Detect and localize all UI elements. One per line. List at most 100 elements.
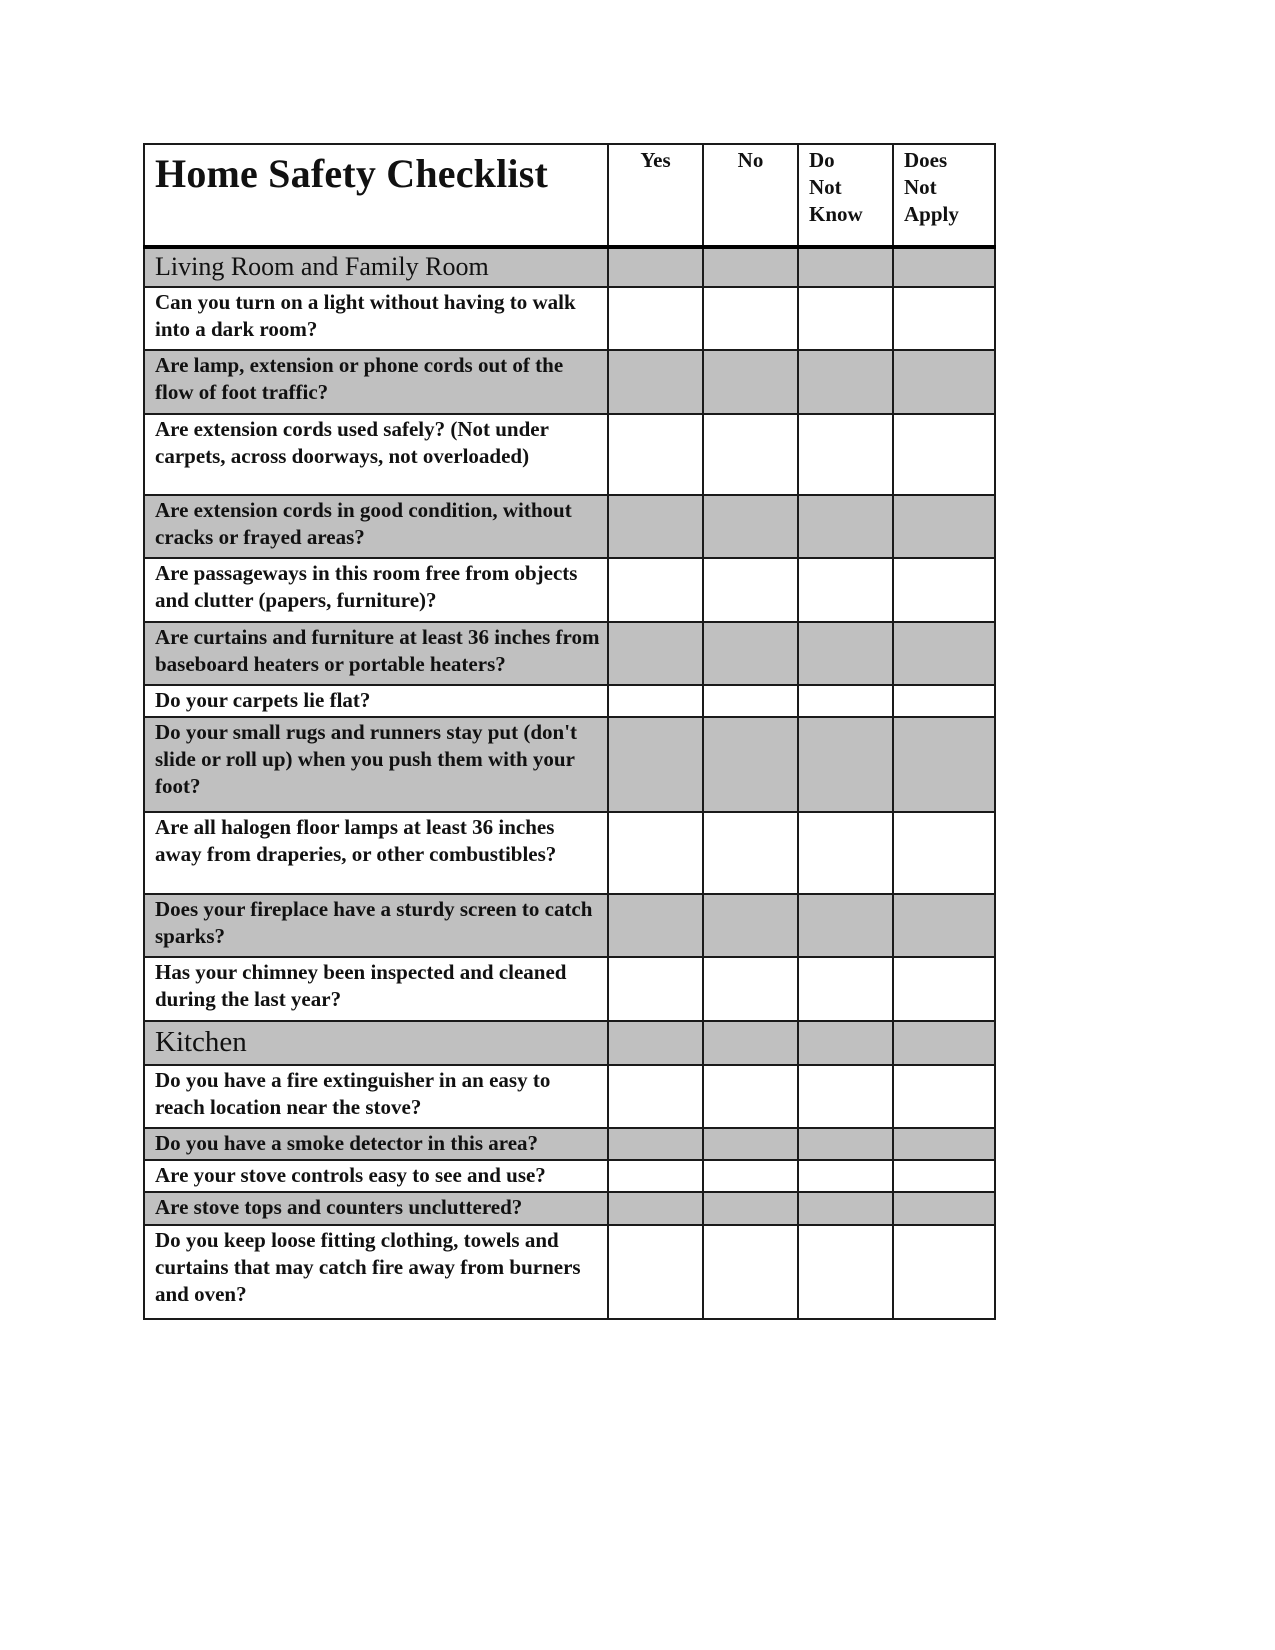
answer-cell-yes[interactable] [607, 893, 704, 958]
answer-cell-yes[interactable] [607, 1159, 704, 1193]
answer-cell-does-not-apply[interactable] [892, 1064, 996, 1129]
answer-cell-yes[interactable] [607, 349, 704, 415]
section-cell-does-not-apply [892, 246, 996, 288]
answer-cell-does-not-apply[interactable] [892, 494, 996, 559]
question-cell: Are all halogen floor lamps at least 36 … [143, 811, 609, 895]
checklist-page: Home Safety Checklist Yes No Do Not Know… [0, 0, 1275, 1650]
question-cell: Are passageways in this room free from o… [143, 557, 609, 623]
answer-cell-do-not-know[interactable] [797, 557, 894, 623]
answer-cell-do-not-know[interactable] [797, 811, 894, 895]
answer-cell-no[interactable] [702, 1127, 799, 1161]
checklist-row: Are your stove controls easy to see and … [143, 1159, 996, 1193]
answer-cell-no[interactable] [702, 1064, 799, 1129]
answer-cell-does-not-apply[interactable] [892, 1127, 996, 1161]
answer-cell-does-not-apply[interactable] [892, 716, 996, 813]
answer-cell-do-not-know[interactable] [797, 1064, 894, 1129]
answer-cell-does-not-apply[interactable] [892, 684, 996, 718]
answer-cell-no[interactable] [702, 893, 799, 958]
answer-cell-do-not-know[interactable] [797, 716, 894, 813]
question-text: Do your carpets lie flat? [155, 688, 371, 712]
answer-cell-does-not-apply[interactable] [892, 1159, 996, 1193]
answer-cell-no[interactable] [702, 349, 799, 415]
answer-cell-do-not-know[interactable] [797, 349, 894, 415]
answer-cell-yes[interactable] [607, 1224, 704, 1320]
question-text: Are stove tops and counters uncluttered? [155, 1195, 523, 1219]
answer-cell-do-not-know[interactable] [797, 684, 894, 718]
answer-cell-yes[interactable] [607, 1127, 704, 1161]
column-header-line: Not [904, 175, 937, 199]
question-cell: Do you keep loose fitting clothing, towe… [143, 1224, 609, 1320]
column-header-does-not-apply: Does Not Apply [892, 143, 996, 249]
answer-cell-does-not-apply[interactable] [892, 349, 996, 415]
question-cell: Are extension cords in good condition, w… [143, 494, 609, 559]
answer-cell-no[interactable] [702, 956, 799, 1022]
answer-cell-yes[interactable] [607, 1064, 704, 1129]
answer-cell-does-not-apply[interactable] [892, 1224, 996, 1320]
section-cell-do-not-know [797, 1020, 894, 1066]
section-cell-yes [607, 246, 704, 288]
answer-cell-yes[interactable] [607, 811, 704, 895]
answer-cell-no[interactable] [702, 1159, 799, 1193]
answer-cell-do-not-know[interactable] [797, 1159, 894, 1193]
answer-cell-does-not-apply[interactable] [892, 893, 996, 958]
answer-cell-yes[interactable] [607, 494, 704, 559]
checklist-row: Does your fireplace have a sturdy screen… [143, 893, 996, 958]
column-header-line: Know [809, 202, 863, 226]
answer-cell-do-not-know[interactable] [797, 1224, 894, 1320]
answer-cell-yes[interactable] [607, 557, 704, 623]
answer-cell-no[interactable] [702, 1191, 799, 1226]
question-cell: Can you turn on a light without having t… [143, 286, 609, 351]
section-title: Living Room and Family Room [155, 252, 489, 281]
section-title: Kitchen [155, 1026, 247, 1058]
answer-cell-yes[interactable] [607, 413, 704, 496]
answer-cell-do-not-know[interactable] [797, 956, 894, 1022]
question-text: Does your fireplace have a sturdy screen… [155, 897, 593, 948]
answer-cell-yes[interactable] [607, 621, 704, 686]
answer-cell-no[interactable] [702, 716, 799, 813]
answer-cell-yes[interactable] [607, 286, 704, 351]
answer-cell-do-not-know[interactable] [797, 494, 894, 559]
section-header-row: Living Room and Family Room [143, 246, 996, 288]
answer-cell-do-not-know[interactable] [797, 1127, 894, 1161]
question-cell: Do you have a fire extinguisher in an ea… [143, 1064, 609, 1129]
answer-cell-do-not-know[interactable] [797, 1191, 894, 1226]
answer-cell-does-not-apply[interactable] [892, 1191, 996, 1226]
question-cell: Are stove tops and counters uncluttered? [143, 1191, 609, 1226]
column-header-line: Not [809, 175, 842, 199]
checklist-body: Living Room and Family Room Can you turn … [143, 246, 996, 1320]
checklist-row: Are extension cords in good condition, w… [143, 494, 996, 559]
answer-cell-no[interactable] [702, 811, 799, 895]
answer-cell-yes[interactable] [607, 716, 704, 813]
answer-cell-do-not-know[interactable] [797, 621, 894, 686]
answer-cell-yes[interactable] [607, 956, 704, 1022]
question-cell: Has your chimney been inspected and clea… [143, 956, 609, 1022]
question-cell: Do you have a smoke detector in this are… [143, 1127, 609, 1161]
answer-cell-no[interactable] [702, 557, 799, 623]
answer-cell-does-not-apply[interactable] [892, 621, 996, 686]
answer-cell-do-not-know[interactable] [797, 413, 894, 496]
answer-cell-yes[interactable] [607, 1191, 704, 1226]
checklist-row: Do your carpets lie flat? [143, 684, 996, 718]
title-cell: Home Safety Checklist [143, 143, 609, 249]
answer-cell-do-not-know[interactable] [797, 286, 894, 351]
checklist-row: Do your small rugs and runners stay put … [143, 716, 996, 813]
question-text: Can you turn on a light without having t… [155, 290, 576, 341]
answer-cell-does-not-apply[interactable] [892, 956, 996, 1022]
answer-cell-does-not-apply[interactable] [892, 811, 996, 895]
answer-cell-do-not-know[interactable] [797, 893, 894, 958]
answer-cell-no[interactable] [702, 684, 799, 718]
checklist-row: Do you have a fire extinguisher in an ea… [143, 1064, 996, 1129]
answer-cell-does-not-apply[interactable] [892, 413, 996, 496]
answer-cell-no[interactable] [702, 621, 799, 686]
answer-cell-no[interactable] [702, 1224, 799, 1320]
answer-cell-no[interactable] [702, 286, 799, 351]
question-cell: Does your fireplace have a sturdy screen… [143, 893, 609, 958]
checklist-row: Are all halogen floor lamps at least 36 … [143, 811, 996, 895]
answer-cell-no[interactable] [702, 413, 799, 496]
page-title: Home Safety Checklist [155, 151, 549, 196]
answer-cell-does-not-apply[interactable] [892, 557, 996, 623]
answer-cell-does-not-apply[interactable] [892, 286, 996, 351]
answer-cell-yes[interactable] [607, 684, 704, 718]
column-header-yes: Yes [607, 143, 704, 249]
answer-cell-no[interactable] [702, 494, 799, 559]
